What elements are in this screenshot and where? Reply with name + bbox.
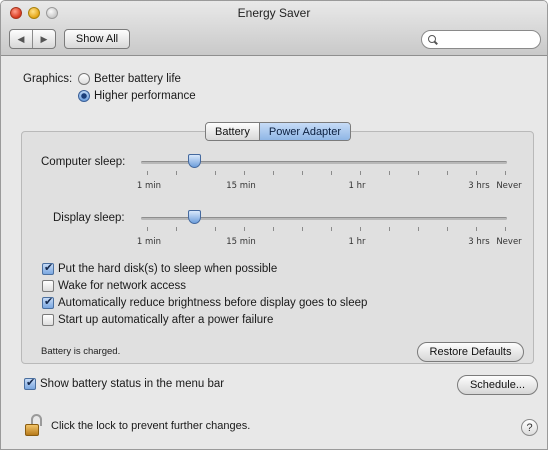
checkbox-checked[interactable] bbox=[42, 261, 54, 275]
slider-tick bbox=[244, 227, 245, 231]
slider-tick-label: 1 hr bbox=[348, 237, 366, 247]
checkbox-reduce-brightness[interactable]: Automatically reduce brightness before d… bbox=[42, 295, 368, 309]
slider-tick bbox=[176, 227, 177, 231]
checkbox-checked[interactable] bbox=[24, 376, 36, 390]
toolbar: Energy Saver ◀ ▶ Show All bbox=[1, 1, 547, 56]
slider-tick bbox=[147, 171, 148, 175]
help-button[interactable]: ? bbox=[521, 419, 538, 436]
slider-tick-label: 15 min bbox=[226, 237, 256, 247]
slider-tick bbox=[331, 227, 332, 231]
slider-tick-label: 3 hrs bbox=[468, 237, 490, 247]
graphics-label: Graphics: bbox=[23, 73, 73, 85]
checkbox-label: Show battery status in the menu bar bbox=[40, 378, 225, 390]
slider-tick bbox=[418, 227, 419, 231]
slider-tick-label: 1 min bbox=[136, 237, 162, 247]
slider-tick bbox=[389, 171, 390, 175]
checkbox-show-battery-status[interactable]: Show battery status in the menu bar bbox=[24, 376, 225, 390]
checkbox-unchecked[interactable] bbox=[42, 280, 54, 292]
slider-tick bbox=[176, 171, 177, 175]
slider-tick bbox=[302, 171, 303, 175]
slider-tick bbox=[360, 171, 361, 175]
checkbox-wake-network[interactable]: Wake for network access bbox=[42, 280, 186, 292]
lock-body bbox=[25, 424, 39, 436]
checkbox-label: Automatically reduce brightness before d… bbox=[58, 297, 368, 309]
lock-icon[interactable] bbox=[25, 414, 43, 438]
checkbox-hard-disk-sleep[interactable]: Put the hard disk(s) to sleep when possi… bbox=[42, 261, 278, 275]
slider-tick bbox=[273, 227, 274, 231]
slider-tick bbox=[389, 227, 390, 231]
tab-power-adapter[interactable]: Power Adapter bbox=[258, 123, 351, 140]
checkbox-label: Start up automatically after a power fai… bbox=[58, 314, 274, 326]
slider-tick-label: 1 min bbox=[136, 181, 162, 191]
slider-tick-label: 15 min bbox=[226, 181, 256, 191]
computer-sleep-thumb[interactable] bbox=[188, 154, 201, 168]
energy-saver-window: Energy Saver ◀ ▶ Show All Graphics: Bett… bbox=[0, 0, 548, 450]
checkbox-startup-power-failure[interactable]: Start up automatically after a power fai… bbox=[42, 314, 273, 326]
checkbox-unchecked[interactable] bbox=[42, 314, 54, 326]
search-field[interactable] bbox=[421, 30, 541, 49]
checkbox-checked[interactable] bbox=[42, 295, 54, 309]
slider-tick bbox=[360, 227, 361, 231]
radio-button[interactable] bbox=[78, 73, 90, 85]
back-forward-control: ◀ ▶ bbox=[9, 29, 56, 49]
slider-tick bbox=[476, 227, 477, 231]
restore-defaults-button[interactable]: Restore Defaults bbox=[417, 342, 524, 362]
forward-arrow-icon[interactable]: ▶ bbox=[32, 30, 55, 48]
schedule-button[interactable]: Schedule... bbox=[457, 375, 538, 395]
radio-better-battery-life[interactable]: Better battery life bbox=[78, 73, 181, 85]
slider-tick-label: 1 hr bbox=[348, 181, 366, 191]
slider-tick-label: Never bbox=[496, 237, 522, 247]
power-source-tabs: Battery Power Adapter bbox=[205, 122, 352, 141]
slider-tick bbox=[418, 171, 419, 175]
radio-label: Higher performance bbox=[94, 90, 196, 102]
slider-tick bbox=[447, 227, 448, 231]
slider-tick bbox=[215, 227, 216, 231]
slider-tick bbox=[447, 171, 448, 175]
display-sleep-label: Display sleep: bbox=[53, 212, 125, 224]
slider-tick bbox=[505, 227, 506, 231]
radio-button-selected[interactable] bbox=[78, 90, 90, 102]
back-arrow-icon[interactable]: ◀ bbox=[10, 30, 32, 48]
slider-tick bbox=[244, 171, 245, 175]
show-all-button[interactable]: Show All bbox=[64, 29, 130, 49]
checkbox-label: Put the hard disk(s) to sleep when possi… bbox=[58, 263, 278, 275]
battery-status-text: Battery is charged. bbox=[41, 346, 121, 357]
display-sleep-thumb[interactable] bbox=[188, 210, 201, 224]
slider-tick-label: 3 hrs bbox=[468, 181, 490, 191]
search-input[interactable] bbox=[442, 33, 537, 46]
computer-sleep-label: Computer sleep: bbox=[41, 156, 126, 168]
window-title: Energy Saver bbox=[237, 6, 311, 20]
radio-higher-performance[interactable]: Higher performance bbox=[78, 90, 196, 102]
slider-tick bbox=[505, 171, 506, 175]
slider-tick bbox=[302, 227, 303, 231]
radio-label: Better battery life bbox=[94, 73, 181, 85]
slider-tick-label: Never bbox=[496, 181, 522, 191]
lock-instruction-text: Click the lock to prevent further change… bbox=[51, 420, 251, 432]
slider-tick bbox=[147, 227, 148, 231]
slider-tick bbox=[476, 171, 477, 175]
slider-tick bbox=[331, 171, 332, 175]
slider-tick bbox=[215, 171, 216, 175]
search-icon bbox=[428, 34, 438, 45]
tab-battery[interactable]: Battery bbox=[206, 123, 259, 140]
checkbox-label: Wake for network access bbox=[58, 280, 187, 292]
slider-tick bbox=[273, 171, 274, 175]
